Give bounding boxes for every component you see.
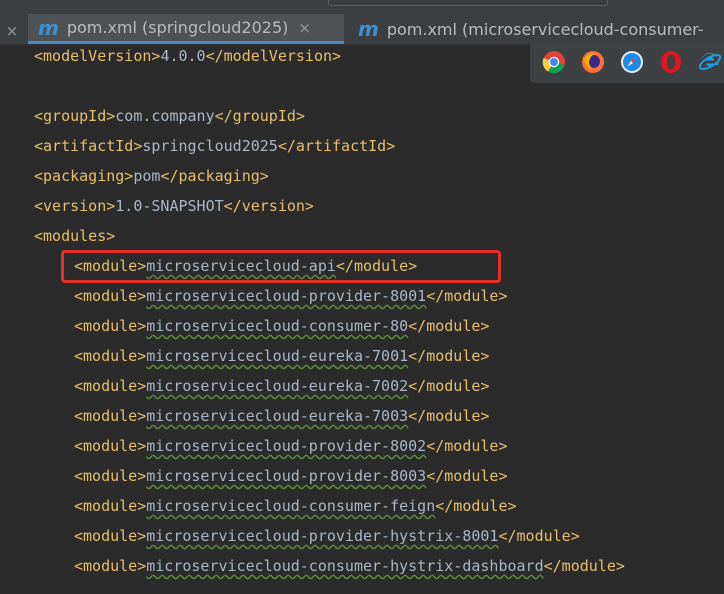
code-line: <module>microservicecloud-consumer-hystr…	[74, 551, 625, 581]
code-line: <modelVersion>4.0.0</modelVersion>	[34, 45, 341, 71]
xml-open-tag: <module>	[74, 287, 147, 305]
xml-close-tag: </artifactId>	[277, 137, 396, 155]
chrome-icon[interactable]	[542, 50, 566, 74]
xml-value: microservicecloud-consumer-80	[146, 317, 409, 335]
tab-label: pom.xml (microservicecloud-consumer-	[386, 19, 704, 39]
maven-icon: m	[358, 17, 379, 41]
xml-close-tag: </module>	[408, 317, 490, 335]
xml-close-tag: </packaging>	[160, 167, 269, 185]
xml-value: microservicecloud-consumer-feign	[146, 497, 436, 515]
xml-value: microservicecloud-provider-8001	[146, 287, 427, 305]
xml-value: microservicecloud-provider-hystrix-8001	[146, 527, 499, 545]
code-line: <module>microservicecloud-provider-8002<…	[74, 431, 508, 461]
xml-value: com.company	[115, 107, 215, 125]
tab-pom-consumer[interactable]: m pom.xml (microservicecloud-consumer-	[348, 14, 724, 44]
code-line: <module>microservicecloud-consumer-80</m…	[74, 311, 489, 341]
xml-close-tag: </module>	[543, 557, 625, 575]
xml-close-tag: </module>	[426, 437, 508, 455]
xml-open-tag: <artifactId>	[34, 137, 143, 155]
xml-open-tag: <module>	[74, 527, 147, 545]
xml-close-tag: </module>	[426, 287, 508, 305]
xml-close-tag: </module>	[408, 347, 490, 365]
code-line: <module>microservicecloud-eureka-7003</m…	[74, 401, 489, 431]
xml-close-tag: </module>	[408, 407, 490, 425]
close-icon[interactable]: ×	[298, 19, 311, 37]
editor-tab-bar: × m pom.xml (springcloud2025) × m pom.xm…	[0, 0, 724, 45]
xml-value: springcloud2025	[142, 137, 278, 155]
xml-close-tag: </module>	[498, 527, 580, 545]
xml-close-tag: </module>	[408, 377, 490, 395]
code-line: <module>microservicecloud-provider-8003<…	[74, 461, 508, 491]
xml-open-tag: <module>	[74, 317, 147, 335]
xml-open-tag: <groupId>	[34, 107, 116, 125]
xml-value: microservicecloud-eureka-7003	[146, 407, 409, 425]
xml-open-tag: <module>	[74, 467, 147, 485]
safari-icon[interactable]	[620, 50, 644, 74]
code-line: <module>microservicecloud-eureka-7001</m…	[74, 341, 489, 371]
highlight-box	[61, 250, 501, 283]
xml-close-tag: </modelVersion>	[205, 47, 342, 65]
xml-open-tag: <module>	[74, 347, 147, 365]
code-line: <module>microservicecloud-provider-hystr…	[74, 521, 580, 551]
xml-value: pom	[133, 167, 161, 185]
firefox-icon[interactable]	[581, 50, 605, 74]
xml-close-tag: </module>	[435, 497, 517, 515]
xml-value: microservicecloud-provider-8003	[146, 467, 427, 485]
browser-preview-bar	[530, 41, 724, 83]
xml-close-tag: </version>	[223, 197, 314, 215]
code-line: <packaging>pom</packaging>	[34, 161, 269, 191]
xml-open-tag: <modules>	[34, 227, 116, 245]
tab-label: pom.xml (springcloud2025)	[66, 18, 289, 37]
xml-open-tag: <version>	[34, 197, 116, 215]
xml-value: 1.0-SNAPSHOT	[115, 197, 224, 215]
xml-value: microservicecloud-consumer-hystrix-dashb…	[146, 557, 544, 575]
code-line: <groupId>com.company</groupId>	[34, 101, 305, 131]
xml-open-tag: <module>	[74, 437, 147, 455]
xml-close-tag: </groupId>	[214, 107, 305, 125]
code-line: <version>1.0-SNAPSHOT</version>	[34, 191, 314, 221]
code-line: <module>microservicecloud-provider-8001<…	[74, 281, 508, 311]
xml-value: microservicecloud-provider-8002	[146, 437, 427, 455]
code-line: <modules>	[34, 221, 115, 251]
xml-value: 4.0.0	[160, 47, 206, 65]
xml-open-tag: <module>	[74, 497, 147, 515]
xml-close-tag: </module>	[426, 467, 508, 485]
xml-open-tag: <modelVersion>	[34, 47, 161, 65]
opera-icon[interactable]	[659, 50, 683, 74]
xml-open-tag: <module>	[74, 557, 147, 575]
xml-open-tag: <module>	[74, 377, 147, 395]
code-line: <artifactId>springcloud2025</artifactId>	[34, 131, 395, 161]
navigation-field	[328, 0, 608, 6]
close-icon[interactable]: ×	[0, 18, 24, 44]
code-editor[interactable]: <modelVersion>4.0.0</modelVersion> <group…	[0, 45, 724, 594]
ie-icon[interactable]	[698, 50, 722, 74]
code-line: <module>microservicecloud-consumer-feign…	[74, 491, 517, 521]
maven-icon: m	[38, 15, 59, 40]
code-line: <module>microservicecloud-eureka-7002</m…	[74, 371, 489, 401]
tab-pom-springcloud2025[interactable]: m pom.xml (springcloud2025) ×	[28, 14, 344, 44]
xml-value: microservicecloud-eureka-7001	[146, 347, 409, 365]
xml-open-tag: <packaging>	[34, 167, 134, 185]
xml-value: microservicecloud-eureka-7002	[146, 377, 409, 395]
xml-open-tag: <module>	[74, 407, 147, 425]
